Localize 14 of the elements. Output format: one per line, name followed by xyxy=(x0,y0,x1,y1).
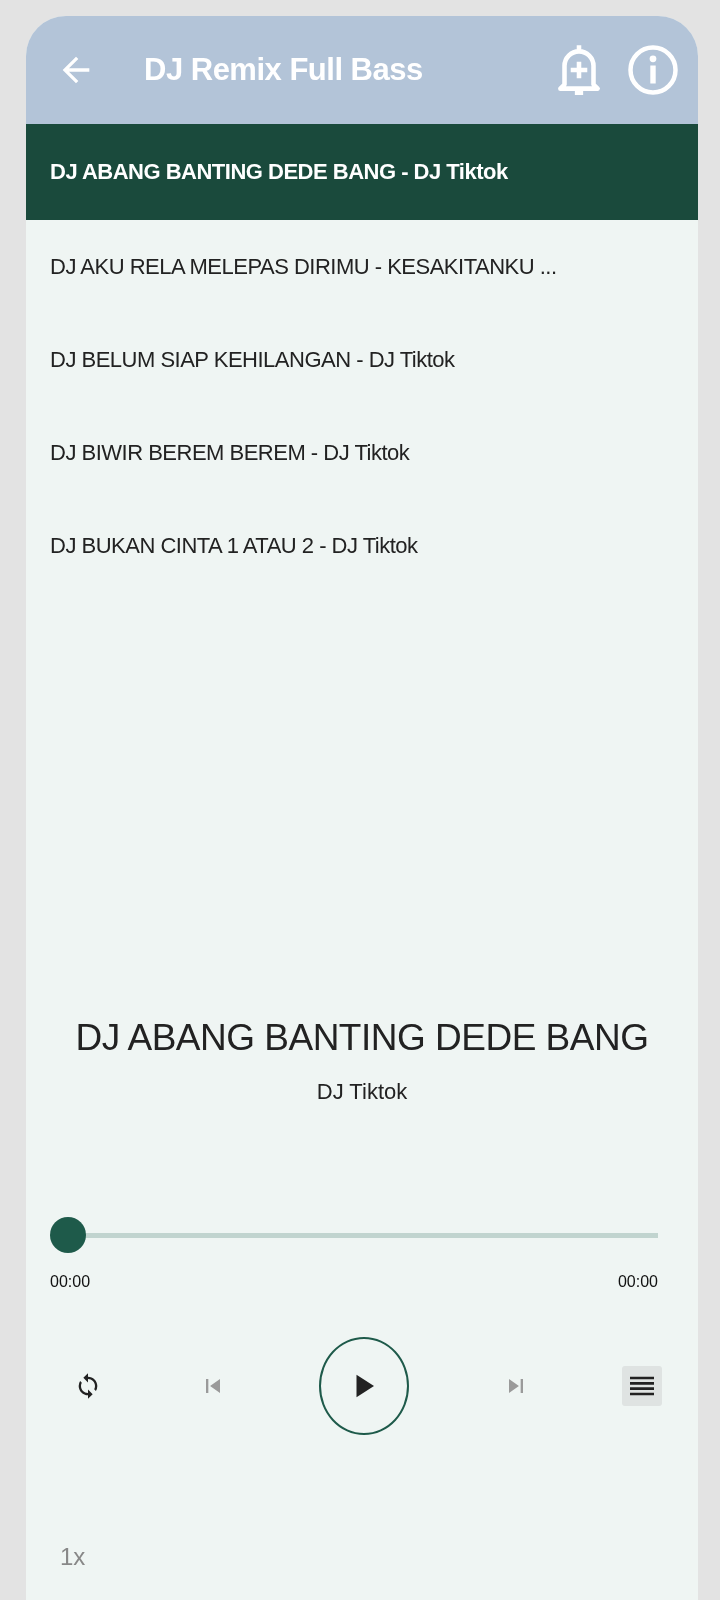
song-item[interactable]: DJ BIWIR BEREM BEREM - DJ Tiktok xyxy=(26,406,698,499)
app-title: DJ Remix Full Bass xyxy=(144,52,424,88)
duration-time: 00:00 xyxy=(617,1273,658,1291)
song-title: DJ ABANG BANTING DEDE BANG xyxy=(74,1017,650,1059)
play-button[interactable] xyxy=(319,1337,409,1435)
song-item[interactable]: DJ BUKAN CINTA 1 ATAU 2 - DJ Tiktok xyxy=(26,499,698,592)
song-item[interactable]: DJ AKU RELA MELEPAS DIRIMU - KESAKITANKU ... xyxy=(26,220,698,313)
slider-thumb[interactable] xyxy=(50,1217,86,1253)
song-item[interactable]: DJ BELUM SIAP KEHILANGAN - DJ Tiktok xyxy=(26,313,698,406)
info-icon xyxy=(626,43,680,97)
song-item[interactable]: DJ ABANG BANTING DEDE BANG - DJ Tiktok xyxy=(26,124,698,220)
artist-name: DJ Tiktok xyxy=(315,1079,409,1105)
elapsed-time: 00:00 xyxy=(50,1273,91,1291)
queue-button[interactable] xyxy=(622,1366,662,1406)
